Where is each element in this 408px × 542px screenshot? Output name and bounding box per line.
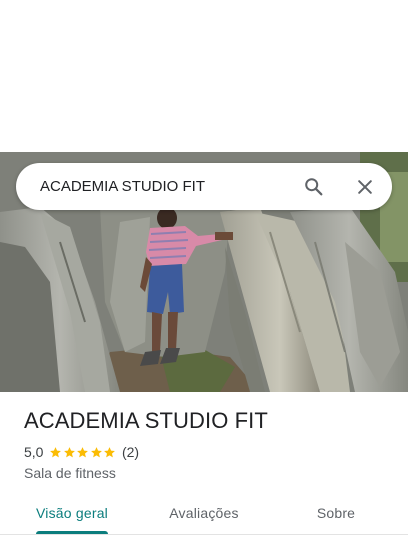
tab-about[interactable]: Sobre <box>292 490 380 536</box>
review-count: (2) <box>121 444 140 460</box>
rating-value: 5,0 <box>24 444 44 460</box>
star-icon <box>77 446 89 457</box>
star-icon <box>104 446 116 457</box>
tab-overview[interactable]: Visão geral <box>24 490 120 536</box>
tabs-divider <box>0 534 408 535</box>
search-input[interactable] <box>40 178 290 195</box>
star-icon <box>91 446 102 457</box>
close-button[interactable] <box>352 174 378 200</box>
close-icon <box>358 180 372 194</box>
star-icon <box>64 446 75 457</box>
star-icon <box>50 446 62 457</box>
place-title: ACADEMIA STUDIO FIT <box>24 408 268 433</box>
place-category: Sala de fitness <box>24 465 116 481</box>
search-button[interactable] <box>301 174 327 200</box>
search-bar[interactable] <box>16 163 392 210</box>
blank-map-area <box>0 0 408 152</box>
tab-reviews[interactable]: Avaliações <box>156 490 252 536</box>
rating-stars <box>49 446 117 459</box>
place-tabs: Visão geral Avaliações Sobre <box>0 490 408 536</box>
rating-row[interactable]: 5,0 (2) <box>24 444 139 460</box>
search-icon <box>305 178 323 196</box>
